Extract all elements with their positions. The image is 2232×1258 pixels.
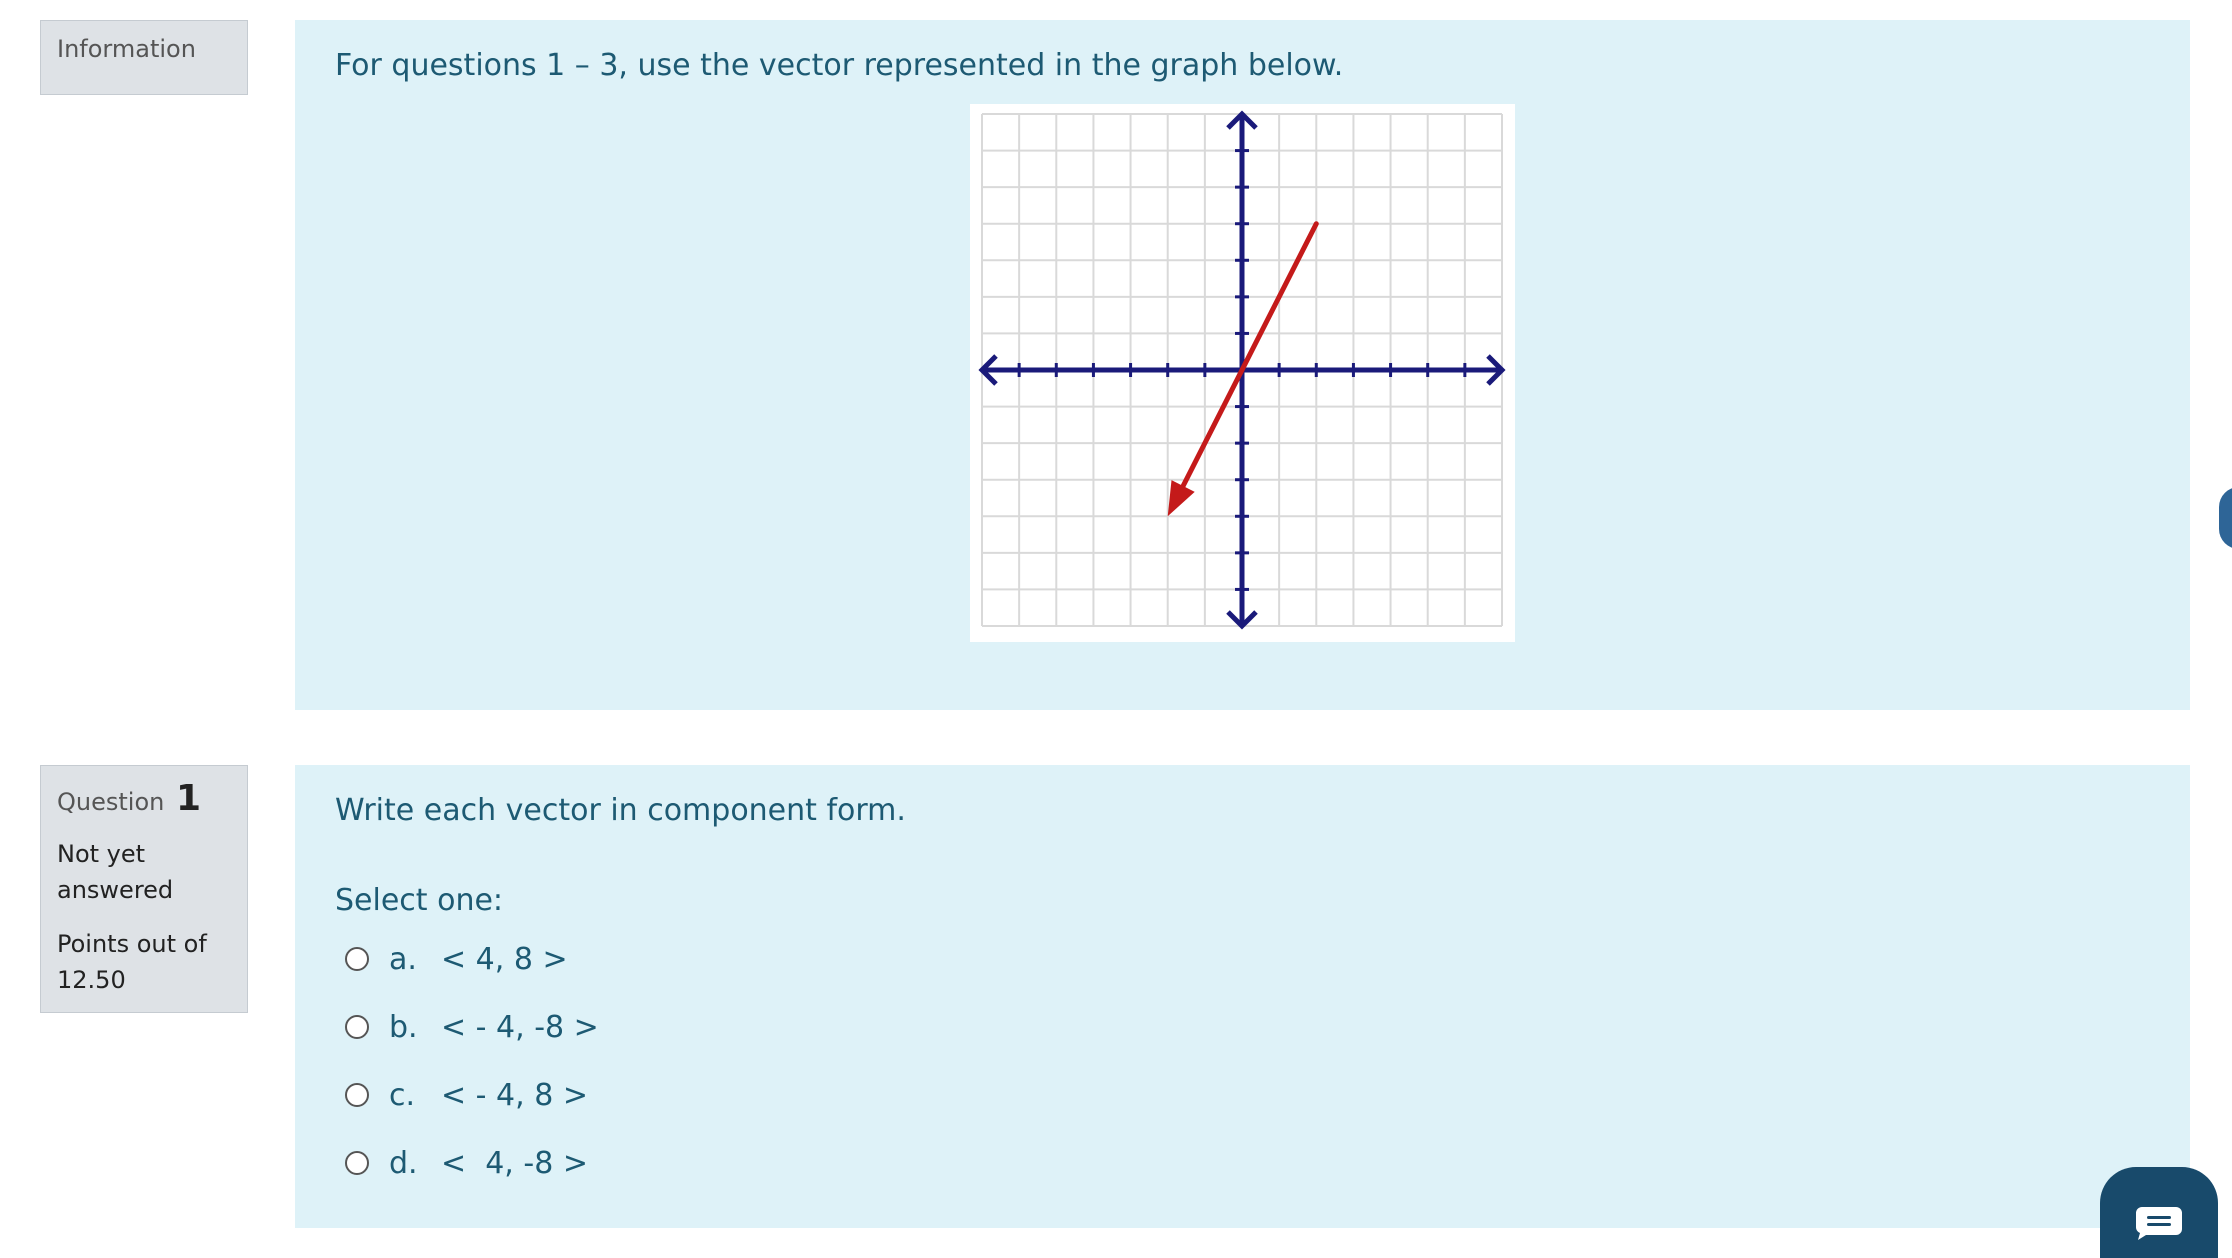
vector-graph-svg [978, 110, 1506, 630]
vector-arrowhead [1167, 480, 1195, 517]
information-label: Information [57, 35, 196, 63]
answer-letter: b. [389, 1009, 418, 1045]
answer-letter: c. [389, 1077, 416, 1113]
question-heading: Question 1 [57, 778, 201, 819]
chat-bubble-icon [2135, 1207, 2182, 1240]
radio-empty-icon[interactable] [345, 1015, 369, 1039]
question-label: Question [57, 788, 165, 816]
radio-empty-icon[interactable] [345, 1083, 369, 1107]
answer-text: < - 4, -8 > [441, 1009, 599, 1045]
question-grade: Points out of 12.50 [57, 930, 207, 994]
quiz-page: Information For questions 1 – 3, use the… [0, 0, 2232, 1258]
answer-option-a[interactable]: a. < 4, 8 > [345, 925, 599, 993]
radio-empty-icon[interactable] [345, 947, 369, 971]
answer-option-b[interactable]: b. < - 4, -8 > [345, 993, 599, 1061]
question-panel: Write each vector in component form. Sel… [295, 765, 2190, 1228]
information-box: Information [40, 20, 248, 95]
vector-line [1180, 221, 1319, 489]
answer-letter: a. [389, 941, 417, 977]
question-state: Not yet answered [57, 840, 174, 904]
side-drawer-toggle[interactable] [2219, 487, 2232, 549]
question-text: Write each vector in component form. [335, 793, 906, 828]
radio-empty-icon[interactable] [345, 1151, 369, 1175]
question-number: 1 [175, 778, 202, 819]
answer-text: < 4, 8 > [441, 941, 568, 977]
answer-list: a. < 4, 8 > b. < - 4, -8 > c. < - 4, 8 >… [345, 925, 599, 1197]
select-prompt: Select one: [335, 883, 504, 918]
vector-graph [970, 104, 1515, 642]
answer-text: < 4, -8 > [441, 1145, 588, 1181]
answer-letter: d. [389, 1145, 418, 1181]
answer-option-c[interactable]: c. < - 4, 8 > [345, 1061, 599, 1129]
information-text: For questions 1 – 3, use the vector repr… [335, 48, 1344, 83]
question-info-box: Question 1 Not yet answered Points out o… [40, 765, 248, 1013]
answer-text: < - 4, 8 > [441, 1077, 588, 1113]
information-panel: For questions 1 – 3, use the vector repr… [295, 20, 2190, 710]
chat-button[interactable] [2100, 1167, 2218, 1258]
answer-option-d[interactable]: d. < 4, -8 > [345, 1129, 599, 1197]
